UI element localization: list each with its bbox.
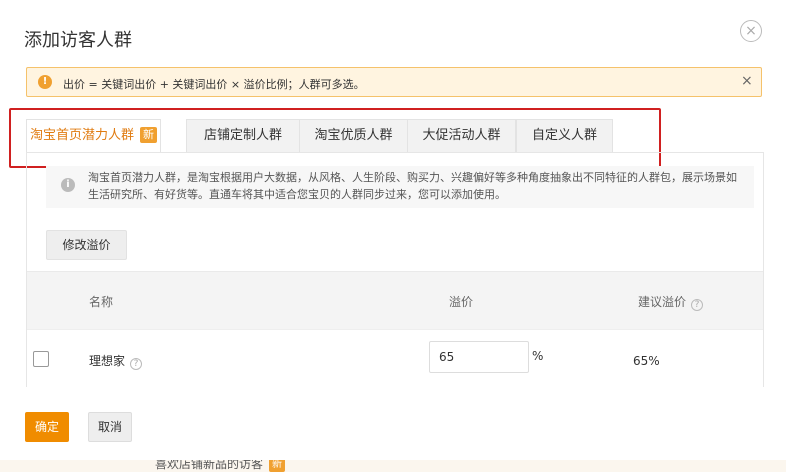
premium-input[interactable] xyxy=(429,341,529,373)
description-text: 淘宝首页潜力人群，是淘宝根据用户大数据，从风格、人生阶段、购买力、兴趣偏好等多种… xyxy=(88,171,737,201)
warning-icon: ! xyxy=(38,75,52,89)
row-name-label: 理想家 xyxy=(89,354,126,368)
notice-text: 出价 = 关键词出价 + 关键词出价 × 溢价比例；人群可多选。 xyxy=(63,78,365,91)
help-icon[interactable]: ? xyxy=(130,358,143,370)
background-page-peek: 喜欢店铺新品的访客新 xyxy=(0,460,786,472)
column-header-premium: 溢价 xyxy=(449,295,474,309)
help-icon[interactable]: ? xyxy=(691,299,704,311)
column-header-suggested-label: 建议溢价 xyxy=(638,295,687,309)
cancel-button[interactable]: 取消 xyxy=(88,412,132,442)
dialog-title: 添加访客人群 xyxy=(24,30,132,51)
column-header-name: 名称 xyxy=(89,295,114,309)
confirm-button[interactable]: 确定 xyxy=(25,412,69,442)
audience-description: i 淘宝首页潜力人群，是淘宝根据用户大数据，从风格、人生阶段、购买力、兴趣偏好等… xyxy=(46,166,754,208)
row-checkbox[interactable] xyxy=(33,351,49,367)
background-peek-label: 喜欢店铺新品的访客 xyxy=(155,460,264,471)
new-badge: 新 xyxy=(269,460,286,472)
percent-unit: % xyxy=(532,349,544,363)
info-icon: i xyxy=(61,178,75,192)
row-name: 理想家? xyxy=(89,352,143,370)
bid-formula-notice: ! 出价 = 关键词出价 + 关键词出价 × 溢价比例；人群可多选。 × xyxy=(26,67,762,97)
background-peek-item: 喜欢店铺新品的访客新 xyxy=(155,460,286,472)
table-header: 名称 溢价 建议溢价? xyxy=(27,271,763,329)
suggested-premium-value: 65% xyxy=(633,354,660,368)
notice-close-icon[interactable]: × xyxy=(741,73,753,89)
modify-premium-button[interactable]: 修改溢价 xyxy=(46,230,127,260)
close-icon[interactable]: × xyxy=(740,20,762,42)
add-audience-dialog: 添加访客人群 × ! 出价 = 关键词出价 + 关键词出价 × 溢价比例；人群可… xyxy=(0,0,786,460)
column-header-suggested: 建议溢价? xyxy=(638,293,704,311)
table-row: 理想家? % 65% xyxy=(27,329,763,387)
